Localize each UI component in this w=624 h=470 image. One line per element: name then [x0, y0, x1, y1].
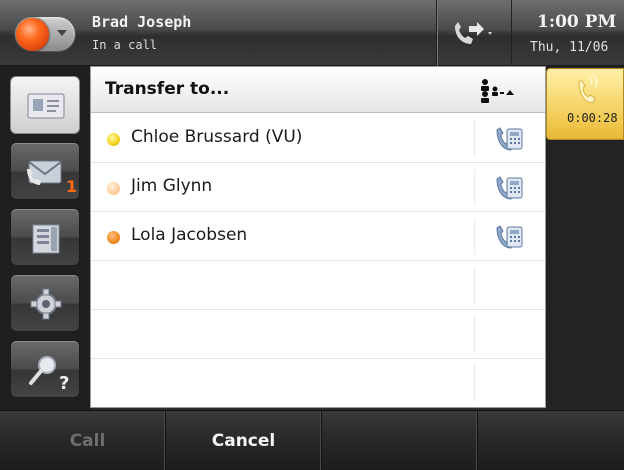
voicemail-envelope-icon: [27, 160, 62, 185]
row-divider: [474, 267, 476, 304]
call-forward-icon: [455, 22, 492, 44]
softkey-empty-3[interactable]: [322, 411, 478, 470]
softkey-bar: Call Cancel: [0, 410, 624, 470]
clock-time: 1:00 PM: [537, 12, 617, 32]
presence-away-icon: [107, 182, 120, 195]
chevron-down-icon: [57, 30, 67, 36]
sidebar-nav: 1 ?: [0, 66, 90, 410]
presence-available-icon: [107, 133, 120, 146]
presence-status-button[interactable]: [14, 16, 76, 52]
row-divider: [474, 365, 476, 402]
people-sort-icon: [481, 79, 514, 103]
svg-text:?: ?: [59, 373, 69, 393]
search-help-icon: ?: [29, 356, 69, 393]
presence-orb-icon: [16, 18, 49, 51]
user-name: Brad Joseph: [92, 13, 192, 31]
sort-contacts-button[interactable]: [471, 77, 537, 105]
transfer-panel: Transfer to... Chloe Brussard (VU) Jim G…: [90, 66, 546, 408]
contact-name: Jim Glynn: [131, 176, 213, 196]
directory-book-icon: [32, 224, 60, 254]
row-divider: [474, 120, 476, 157]
active-call-tile[interactable]: 0:00:28: [546, 68, 624, 140]
desk-phone-icon[interactable]: [495, 224, 525, 250]
contact-row[interactable]: Chloe Brussard (VU): [91, 114, 545, 163]
call-timer: 0:00:28: [567, 111, 618, 125]
call-forward-button[interactable]: [436, 0, 512, 66]
sidebar-item-directory[interactable]: [10, 208, 80, 266]
settings-gear-icon: [30, 288, 62, 320]
voicemail-count-badge: 1: [66, 177, 78, 196]
row-divider: [474, 218, 476, 255]
page-title: Transfer to...: [105, 79, 230, 99]
ringing-phone-icon: [578, 73, 598, 104]
empty-row: [91, 359, 545, 408]
panel-header: Transfer to...: [91, 67, 545, 113]
desk-phone-icon[interactable]: [495, 175, 525, 201]
sidebar-item-voicemail[interactable]: 1: [10, 142, 80, 200]
status-bar: Brad Joseph In a call 1:00 PM Thu, 11/06: [0, 0, 624, 66]
sidebar-item-settings[interactable]: [10, 274, 80, 332]
empty-row: [91, 310, 545, 359]
contact-row[interactable]: Jim Glynn: [91, 163, 545, 212]
row-divider: [474, 169, 476, 206]
empty-row: [91, 261, 545, 310]
contact-row[interactable]: Lola Jacobsen: [91, 212, 545, 261]
user-status: In a call: [92, 38, 158, 52]
sidebar-item-contacts[interactable]: [10, 76, 80, 134]
row-divider: [474, 316, 476, 353]
contact-name: Chloe Brussard (VU): [131, 127, 303, 147]
presence-busy-icon: [107, 231, 120, 244]
call-button[interactable]: Call: [10, 411, 166, 470]
sidebar-item-search-help[interactable]: ?: [10, 340, 80, 398]
call-strip: 0:00:28: [546, 66, 624, 410]
desk-phone-icon[interactable]: [495, 126, 525, 152]
contact-card-icon: [27, 93, 65, 119]
contact-name: Lola Jacobsen: [131, 225, 248, 245]
softkey-empty-4[interactable]: [478, 411, 624, 470]
cancel-button[interactable]: Cancel: [166, 411, 322, 470]
clock-date: Thu, 11/06: [530, 40, 609, 55]
